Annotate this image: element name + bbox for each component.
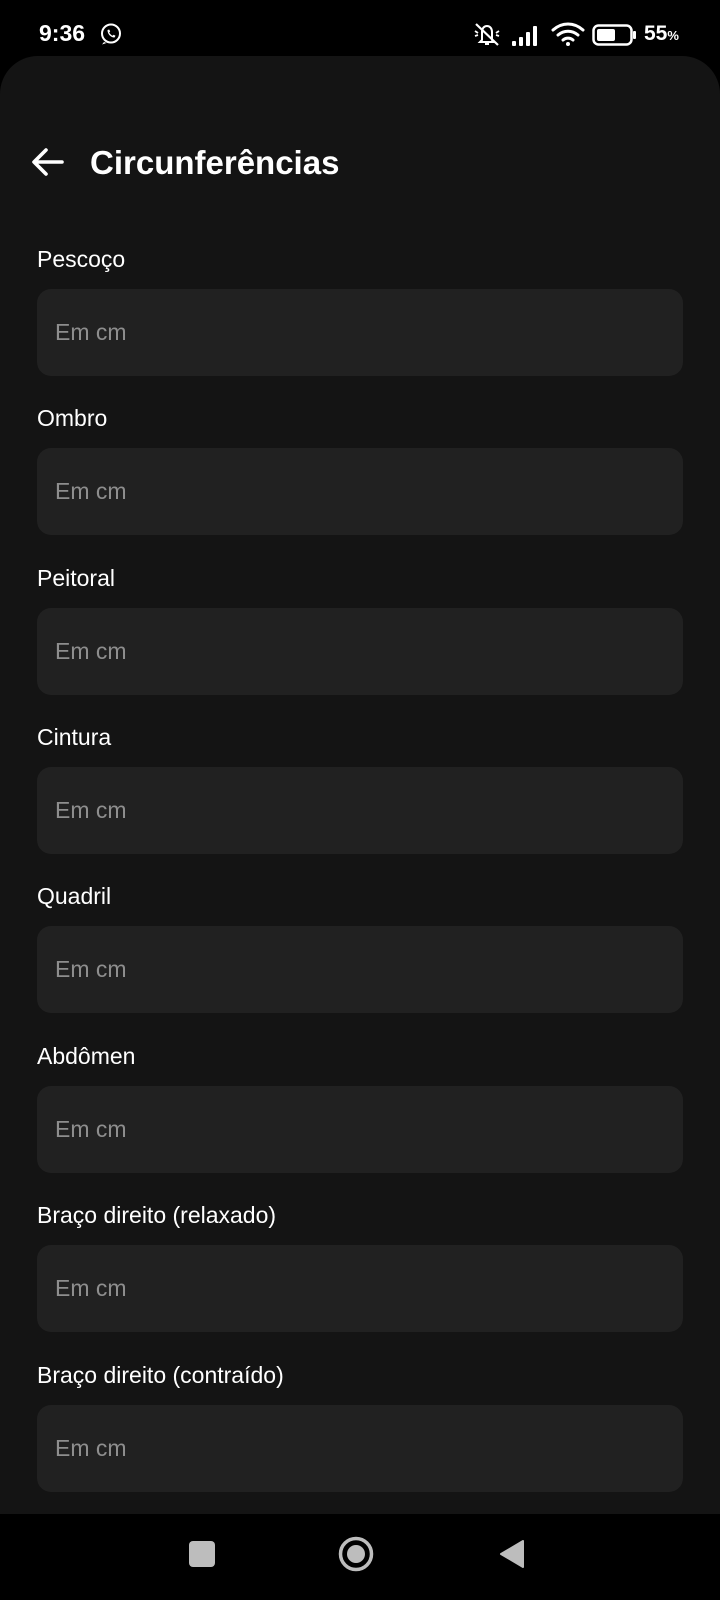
cintura-input[interactable] [37, 767, 683, 854]
quadril-input[interactable] [37, 926, 683, 1013]
field-label-abdomen: Abdômen [37, 1043, 136, 1069]
recents-square-icon[interactable] [189, 1541, 215, 1567]
ombro-input[interactable] [37, 448, 683, 535]
home-circle-icon[interactable] [338, 1536, 374, 1572]
arrow-left-icon [32, 148, 64, 176]
field-label-ombro: Ombro [37, 405, 108, 431]
field-label-cintura: Cintura [37, 724, 112, 750]
wifi-icon [551, 22, 585, 46]
braco-direito-contraido-input[interactable] [37, 1405, 683, 1492]
status-bar: 9:36 55% [0, 0, 720, 64]
mute-icon [474, 23, 500, 46]
field-label-quadril: Quadril [37, 883, 112, 909]
back-button[interactable] [28, 142, 68, 182]
status-time: 9:36 [39, 20, 86, 46]
abdomen-input[interactable] [37, 1086, 683, 1173]
field-label-braco-direito-relaxado: Braço direito (relaxado) [37, 1202, 277, 1228]
peitoral-input[interactable] [37, 608, 683, 695]
field-label-pescoco: Pescoço [37, 246, 126, 272]
battery-percentage: 55% [644, 22, 679, 45]
field-label-braco-direito-contraido: Braço direito (contraído) [37, 1362, 284, 1388]
pescoco-input[interactable] [37, 289, 683, 376]
signal-icon [512, 26, 537, 46]
page-title: Circunferências [90, 144, 340, 181]
braco-direito-relaxado-input[interactable] [37, 1245, 683, 1332]
back-triangle-icon[interactable] [498, 1538, 526, 1570]
whatsapp-icon [101, 23, 121, 45]
field-label-peitoral: Peitoral [37, 565, 115, 591]
battery-icon [592, 24, 636, 46]
